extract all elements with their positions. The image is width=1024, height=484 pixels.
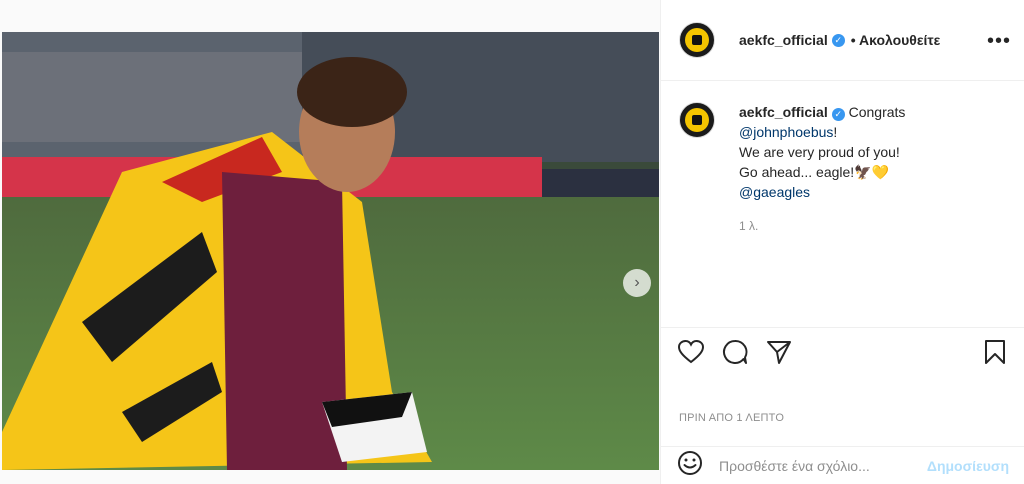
username[interactable]: aekfc_official (739, 32, 828, 48)
football-player-photo (2, 32, 659, 470)
following-status[interactable]: • Ακολουθείτε (851, 32, 941, 48)
post-header: aekfc_official ✓ • Ακολουθείτε ••• (661, 0, 1024, 81)
mention-link[interactable]: @johnphoebus (739, 124, 833, 140)
aek-logo-icon (685, 28, 709, 52)
like-heart-icon[interactable] (677, 338, 705, 366)
comments-section: aekfc_official ✓ Congrats @johnphoebus! W… (661, 82, 1024, 327)
caption: aekfc_official ✓ Congrats @johnphoebus! W… (679, 102, 1007, 236)
caption-punct: ! (833, 124, 838, 140)
caption-username[interactable]: aekfc_official (739, 104, 828, 120)
more-options-icon[interactable]: ••• (987, 30, 1011, 53)
comment-input[interactable] (717, 456, 927, 475)
emoji-smiley-icon[interactable] (677, 450, 703, 481)
comment-bubble-icon[interactable] (721, 338, 749, 366)
avatar[interactable] (679, 102, 715, 138)
add-comment-bar: Δημοσίευση (661, 446, 1024, 484)
share-paper-plane-icon[interactable] (765, 338, 793, 366)
caption-line: Go ahead... eagle!🦅💛 (739, 164, 890, 180)
caption-text: aekfc_official ✓ Congrats @johnphoebus! W… (739, 102, 905, 236)
avatar[interactable] (679, 22, 715, 58)
post-actions (661, 327, 1024, 375)
caption-line: We are very proud of you! (739, 144, 900, 160)
mention-link[interactable]: @gaeagles (739, 184, 810, 200)
caption-time[interactable]: 1 λ. (739, 216, 905, 236)
carousel-next-button[interactable]: › (623, 269, 651, 297)
save-bookmark-icon[interactable] (981, 338, 1009, 366)
post-photo[interactable]: › (2, 32, 659, 470)
verified-badge-icon: ✓ (831, 107, 845, 121)
instagram-post: › aekfc_official ✓ • Ακολουθείτε ••• aek… (0, 0, 1024, 484)
post-sidebar: aekfc_official ✓ • Ακολουθείτε ••• aekfc… (660, 0, 1024, 484)
post-timestamp[interactable]: ΠΡΙΝ ΑΠΟ 1 ΛΕΠΤΟ (679, 412, 784, 424)
aek-logo-icon (685, 108, 709, 132)
publish-button[interactable]: Δημοσίευση (927, 458, 1009, 474)
verified-badge-icon: ✓ (831, 33, 845, 47)
caption-line: Congrats (848, 104, 906, 120)
